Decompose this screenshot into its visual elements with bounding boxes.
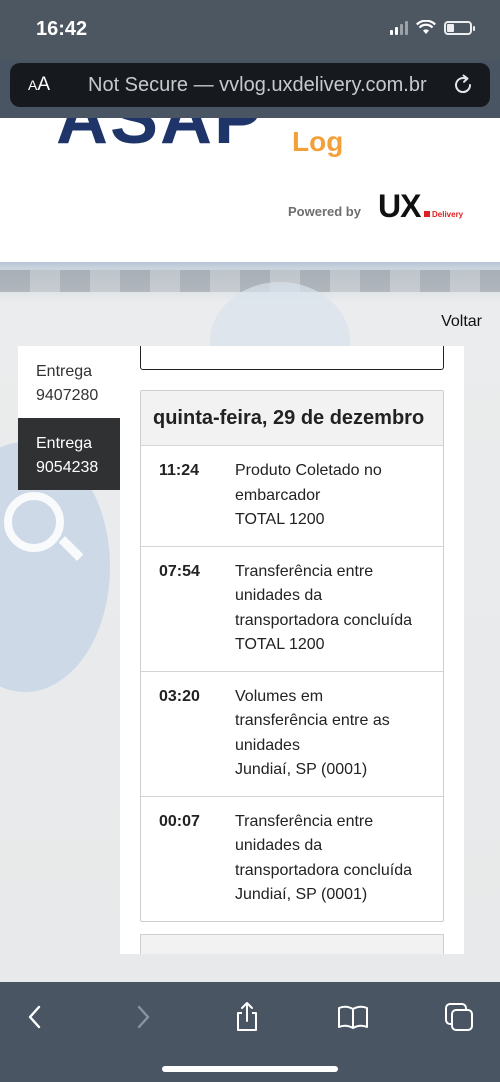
tracking-event: 11:24 Produto Coletado no embarcador TOT… <box>141 445 443 546</box>
ux-logo: UX <box>378 188 421 224</box>
ux-delivery-logo: Delivery <box>424 210 463 219</box>
status-bar: 16:42 <box>0 0 500 60</box>
tracking-event: 00:07 Transferência entre unidades da tr… <box>141 795 443 921</box>
wifi-icon <box>416 20 436 34</box>
day-title: quinta-feira, 29 de dezembro <box>141 391 443 445</box>
tracking-event: 07:54 Transferência entre unidades da tr… <box>141 545 443 671</box>
tracking-event: 03:20 Volumes em transferência entre as … <box>141 670 443 796</box>
tracking-panel: quinta-feira, 29 de dezembro 11:24 Produ… <box>120 346 464 954</box>
book-icon[interactable] <box>336 1000 370 1034</box>
address-bar[interactable]: AA Not Secure — vvlog.uxdelivery.com.br <box>10 63 490 107</box>
delivery-tabs: Entrega 9407280 Entrega 9054238 <box>18 346 120 490</box>
event-time: 11:24 <box>159 462 200 479</box>
chevron-right-icon[interactable] <box>126 1000 160 1034</box>
status-icons <box>390 20 475 35</box>
tab-delivery-9054238[interactable]: Entrega 9054238 <box>18 418 120 490</box>
reload-icon[interactable] <box>450 72 476 98</box>
site-header: ASAP Log Powered by UX Delivery <box>0 118 500 264</box>
asap-logo: ASAP <box>56 118 265 159</box>
next-day-card <box>140 934 444 954</box>
event-time: 00:07 <box>159 812 200 830</box>
cellular-signal-icon <box>390 20 408 35</box>
magnifier-icon <box>4 492 64 552</box>
tab-delivery-9407280[interactable]: Entrega 9407280 <box>18 346 120 418</box>
reader-options-button[interactable]: AA <box>28 74 50 96</box>
previous-card <box>140 346 444 370</box>
share-icon[interactable] <box>230 1000 264 1034</box>
battery-icon <box>444 20 475 35</box>
status-time: 16:42 <box>36 18 88 40</box>
chevron-left-icon[interactable] <box>18 1000 52 1034</box>
event-time: 03:20 <box>159 687 200 705</box>
day-card: quinta-feira, 29 de dezembro 11:24 Produ… <box>140 390 444 922</box>
home-indicator <box>162 1066 338 1072</box>
event-time: 07:54 <box>159 562 200 580</box>
log-logo: Log <box>292 126 344 157</box>
powered-by-label: Powered by <box>288 204 361 219</box>
back-link[interactable]: Voltar <box>441 313 482 331</box>
url-text[interactable]: Not Secure — vvlog.uxdelivery.com.br <box>88 74 427 97</box>
tabs-icon[interactable] <box>442 1000 476 1034</box>
